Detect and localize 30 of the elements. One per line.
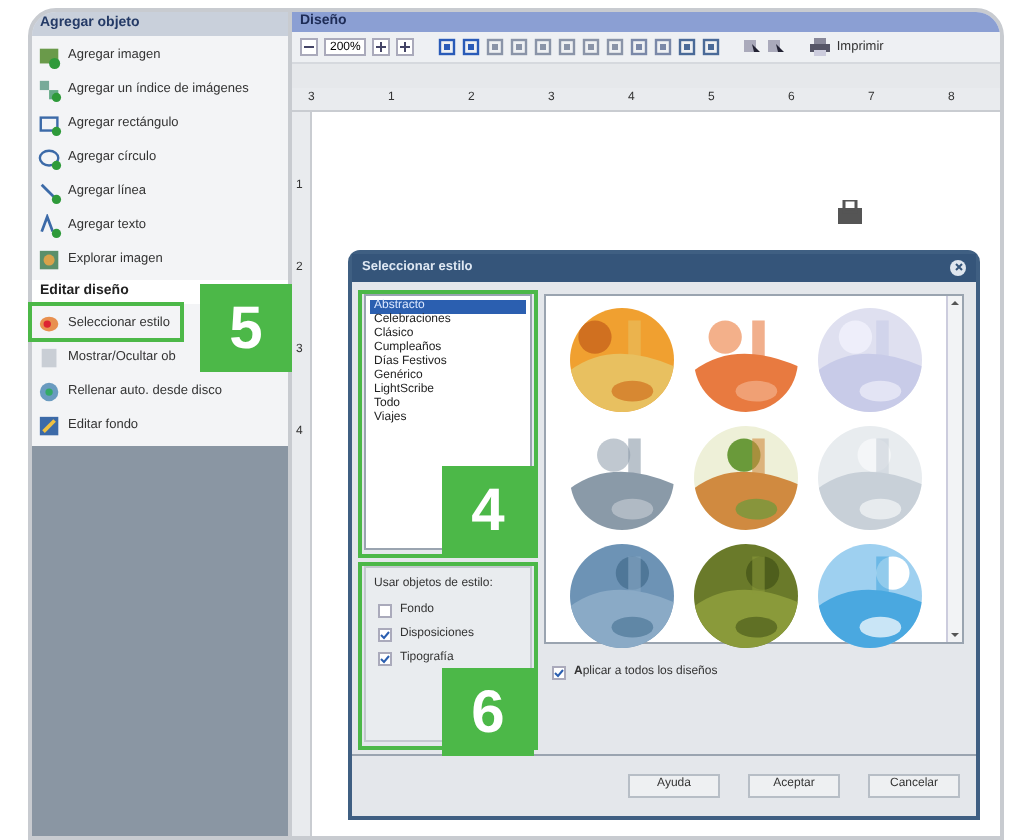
close-button[interactable]: [950, 259, 966, 276]
grid-plus-icon: [38, 77, 62, 103]
zoom-in-button[interactable]: [396, 38, 415, 56]
checkbox[interactable]: [552, 665, 566, 680]
callout-number: 5: [200, 284, 292, 372]
close-icon: [953, 262, 963, 273]
plus-icon: [374, 40, 389, 54]
minus-icon: [302, 40, 316, 54]
scrollbar[interactable]: [946, 295, 962, 642]
image-icon: [38, 247, 62, 273]
printer-icon: [810, 38, 831, 56]
circle-plus-icon: [38, 145, 62, 171]
plus-icon: [398, 40, 413, 54]
image-plus-icon: [38, 43, 62, 69]
checkbox[interactable]: [378, 603, 392, 618]
zoom-out-button[interactable]: [300, 38, 318, 56]
page-icon: [38, 345, 62, 371]
pencil-icon: [38, 413, 62, 439]
callout-number: 6: [442, 668, 534, 756]
callout-number: 4: [442, 466, 534, 554]
line-plus-icon: [38, 179, 62, 205]
disc-icon: [38, 379, 62, 405]
down-arrow-icon[interactable]: [948, 627, 962, 642]
text-plus-icon: [38, 213, 62, 239]
rectangle-plus-icon: [38, 111, 62, 137]
checkbox[interactable]: [378, 651, 392, 666]
lock-icon: [836, 200, 864, 224]
spin-button[interactable]: [372, 38, 391, 56]
up-arrow-icon[interactable]: [948, 295, 962, 310]
checkbox[interactable]: [378, 627, 392, 642]
